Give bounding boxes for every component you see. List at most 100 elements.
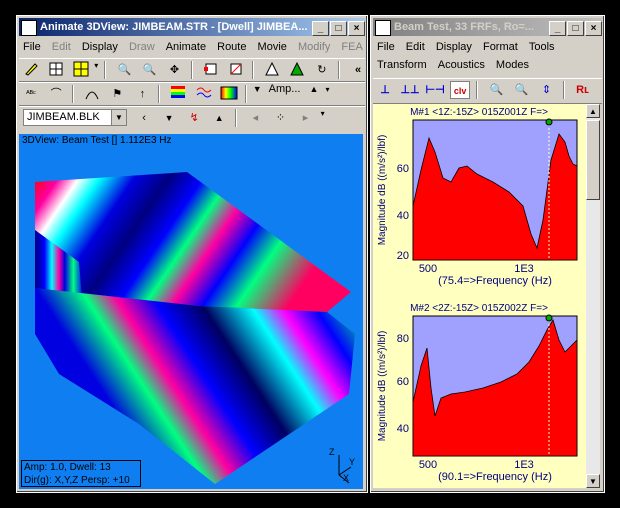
menu-draw[interactable]: Draw [129,41,155,53]
plot-1-xtick-label: 1E3 [514,263,534,275]
minimize-button[interactable]: _ [312,21,329,36]
status-line-1: Amp: 1.0, Dwell: 13 [24,462,111,473]
menu-modify[interactable]: Modify [298,41,330,53]
menu-acoustics[interactable]: Acoustics [438,59,485,71]
menu-display[interactable]: Display [82,41,118,53]
plot-1-header: M#1 <1Z:-15Z> 015Z001Z F=> [410,107,548,118]
plot-1-cursor-marker [545,118,553,126]
triangle-icon[interactable] [262,61,282,79]
sweep-icon[interactable]: ↯ [184,109,204,127]
zoom-out-icon[interactable]: 🔍 [511,81,531,99]
prev-icon[interactable]: ‹ [134,109,154,127]
step-back-icon[interactable]: ◂ [245,109,265,127]
surface-icon[interactable] [82,85,102,103]
quad-view-icon[interactable] [71,61,91,79]
step-forward-icon[interactable]: ▸ [296,109,316,127]
zoom-in-icon[interactable]: 🔍 [486,81,506,99]
component-select[interactable]: JIMBEAM.BLK ▼ [23,109,127,126]
frame-rotate-icon[interactable] [226,61,246,79]
scroll-down-button[interactable]: ▼ [586,474,600,488]
lower-surface [35,288,355,484]
plot-2-ytick-label: 80 [397,333,409,345]
menu-route[interactable]: Route [217,41,246,53]
scroll-up-button[interactable]: ▲ [586,104,600,118]
close-button[interactable]: × [585,21,602,36]
contour-colors-icon[interactable] [168,85,188,103]
real-part-icon[interactable]: Rʟ [573,81,593,99]
left-title-bar[interactable]: Animate 3DView: JIMBEAM.STR - [Dwell] JI… [19,18,365,36]
pan-icon[interactable]: ✥ [164,61,184,79]
points-icon[interactable]: ⁘ [270,109,290,127]
app-icon [21,20,37,36]
quad-view-dropdown-icon[interactable]: ▾ [94,61,98,70]
menu-display[interactable]: Display [436,41,472,53]
menu-modes[interactable]: Modes [496,59,529,71]
frf-plots[interactable]: M#1 <1Z:-15Z> 015Z001Z F=>604020500 1E3(7… [373,104,586,488]
amp-dropdown-icon[interactable]: ▼ [253,84,262,94]
left-toolbar-2: ᴬᴮᶜ ⌒ ⚑ ↑ ▼ Amp... ▲ ▾ [19,82,365,106]
plot-2-ytick-label: 40 [397,423,409,435]
left-menu-bar: File Edit Display Draw Animate Route Mov… [19,38,365,56]
flag-icon[interactable]: ⚑ [107,85,127,103]
label-abc-icon[interactable]: ᴬᴮᶜ [21,85,41,103]
maximize-button[interactable]: □ [330,21,347,36]
zoom-in-icon[interactable]: 🔍 [114,61,134,79]
amp-up-icon[interactable]: ▲ [310,84,319,94]
close-button[interactable]: × [348,21,365,36]
menu-file[interactable]: File [377,41,395,53]
plot-1-xlabel: (75.4=>Frequency (Hz) [438,275,552,287]
minimize-button[interactable]: _ [549,21,566,36]
axis-triad: Z Y X [327,445,355,485]
rotate-icon[interactable]: ↻ [312,61,332,79]
wave-colors-icon[interactable] [194,85,214,103]
plot-2-cursor-marker [545,314,553,322]
color-bar-icon[interactable] [219,85,239,103]
rewind-icon[interactable]: « [348,61,365,79]
vertical-scrollbar[interactable]: ▲ ▼ [586,104,600,488]
left-window-title: Animate 3DView: JIMBEAM.STR - [Dwell] JI… [40,21,308,33]
plot-2-xlabel: (90.1=>Frequency (Hz) [438,471,552,483]
cursor-double-icon[interactable]: ⊥⊥ [400,81,420,99]
component-select-value: JIMBEAM.BLK [27,111,100,123]
amp-menu-icon[interactable]: ▾ [326,85,330,94]
more-icon[interactable]: ▾ [321,109,325,118]
menu-animate[interactable]: Animate [166,41,206,53]
filled-triangle-icon[interactable] [287,61,307,79]
plot-2-xtick-label: 1E3 [514,459,534,471]
imag-part-icon[interactable]: Iᴍ [598,81,602,99]
up-icon[interactable]: ▲ [209,109,229,127]
chevron-down-icon[interactable]: ▼ [111,110,126,125]
3d-viewport[interactable]: 3DView: Beam Test [] 1.112E3 Hz Amp: 1.0… [19,134,363,489]
plot-1-ytick-label: 60 [397,163,409,175]
cursor-single-icon[interactable]: ⊥ [375,81,395,99]
menu-movie[interactable]: Movie [258,41,287,53]
point-icon[interactable]: ↑ [132,85,152,103]
draw-pen-icon[interactable] [21,61,41,79]
menu-tools[interactable]: Tools [529,41,555,53]
grid-icon[interactable] [46,61,66,79]
maximize-button[interactable]: □ [567,21,584,36]
scroll-thumb[interactable] [586,120,600,200]
frf-window: Beam Test, 33 FRFs, Ro=... _ □ × File Edit… [370,15,605,493]
plot-1-ytick-label: 20 [397,250,409,262]
amp-label[interactable]: Amp... [269,83,301,95]
axis-z-label: Z [329,447,335,457]
menu-file[interactable]: File [23,41,41,53]
menu-edit[interactable]: Edit [52,41,71,53]
right-title-bar[interactable]: Beam Test, 33 FRFs, Ro=... _ □ × [373,18,602,36]
curve-icon[interactable]: ⌒ [46,85,66,103]
cursor-peak-icon[interactable]: clv [450,81,471,99]
frame-icon[interactable] [201,61,221,79]
plot-1-ytick-label: 40 [397,210,409,222]
menu-fea[interactable]: FEA [341,41,362,53]
scale-icon[interactable]: ⇕ [536,81,556,99]
cursor-band-icon[interactable]: ⊢⊣ [425,81,445,99]
plot-2-ytick-label: 60 [397,376,409,388]
left-toolbar-1: ▾ 🔍 🔍 ✥ ↻ « [19,58,365,82]
menu-transform[interactable]: Transform [377,59,427,71]
zoom-out-icon[interactable]: 🔍 [139,61,159,79]
menu-format[interactable]: Format [483,41,518,53]
plot-1-ylabel: Magnitude dB ((m/s²)/lbf) [377,135,388,246]
dropdown-icon[interactable]: ▼ [159,109,179,127]
menu-edit[interactable]: Edit [406,41,425,53]
